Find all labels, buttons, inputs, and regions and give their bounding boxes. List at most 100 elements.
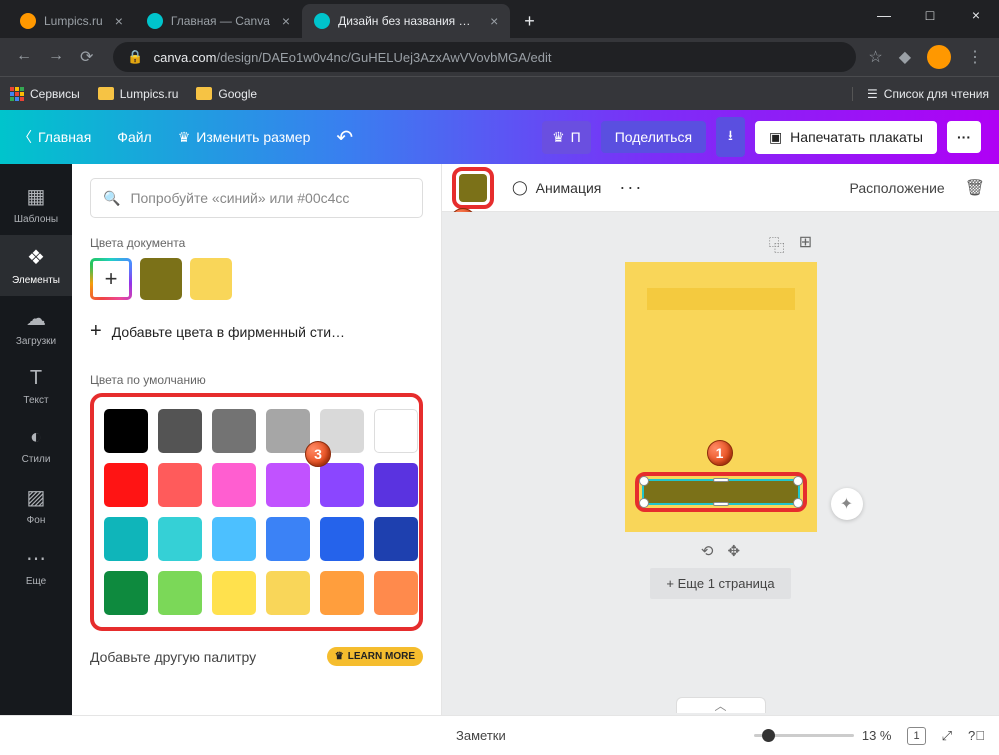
favicon-icon (20, 13, 36, 29)
move-icon[interactable]: ✥ (728, 542, 741, 560)
browser-tab[interactable]: Lumpics.ru × (8, 4, 135, 38)
add-brand-colors[interactable]: + Добавьте цвета в фирменный сти… (90, 320, 423, 343)
rail-uploads[interactable]: ☁Загрузки (0, 296, 72, 357)
rail-background[interactable]: ▨Фон (0, 475, 72, 536)
close-icon[interactable]: × (490, 13, 498, 29)
minimize-button[interactable]: — (861, 0, 907, 30)
learn-more-badge[interactable]: ♛LEARN MORE (327, 647, 423, 666)
palette-swatch[interactable] (212, 409, 256, 453)
palette-swatch[interactable] (158, 571, 202, 615)
resize-button[interactable]: ♛Изменить размер (178, 129, 311, 146)
animation-button[interactable]: ◯ Анимация (512, 179, 601, 196)
star-icon[interactable]: ☆ (868, 47, 882, 67)
palette-swatch[interactable] (320, 517, 364, 561)
add-page-icon[interactable]: ⊞ (799, 232, 812, 256)
tab-title: Дизайн без названия — Плака (338, 14, 478, 28)
kebab-icon[interactable]: ⋮ (967, 47, 983, 67)
palette-swatch[interactable] (104, 463, 148, 507)
add-color-button[interactable]: + (90, 258, 132, 300)
add-page-button[interactable]: + Еще 1 страница (650, 568, 790, 599)
palette-swatch[interactable] (158, 409, 202, 453)
forward-button[interactable]: → (48, 47, 64, 67)
rail-text[interactable]: TТекст (0, 357, 72, 416)
download-button[interactable]: ⭳ (716, 117, 745, 157)
rail-templates[interactable]: ▦Шаблоны (0, 174, 72, 235)
palette-swatch[interactable] (212, 517, 256, 561)
close-icon[interactable]: × (115, 13, 123, 29)
resize-handle[interactable] (713, 502, 729, 506)
help-icon[interactable]: ?⃝ (968, 728, 985, 743)
position-button[interactable]: Расположение (850, 180, 945, 196)
palette-swatch[interactable] (158, 517, 202, 561)
browser-tab[interactable]: Дизайн без названия — Плака × (302, 4, 510, 38)
palette-swatch[interactable] (104, 409, 148, 453)
poster-page[interactable]: 1 ✦ (625, 262, 817, 532)
bookmark-item[interactable]: Google (196, 87, 257, 101)
collapse-pages-button[interactable]: ︿ (676, 697, 766, 713)
rail-more[interactable]: ⋯Еще (0, 536, 72, 597)
home-button[interactable]: 〈Главная (18, 127, 91, 147)
more-button[interactable]: ··· (947, 121, 981, 153)
undo-button[interactable]: ↶ (336, 125, 353, 150)
resize-handle[interactable] (793, 498, 803, 508)
trash-icon[interactable]: 🗑 (965, 178, 985, 198)
palette-swatch[interactable] (266, 517, 310, 561)
palette-swatch[interactable] (374, 517, 418, 561)
rail-styles[interactable]: ◐Стили (0, 416, 72, 475)
shape-element[interactable] (647, 288, 795, 310)
share-button[interactable]: Поделиться (601, 121, 706, 153)
palette-swatch[interactable] (266, 409, 310, 453)
sync-icon[interactable]: ⟲ (701, 542, 714, 560)
palette-swatch[interactable] (374, 571, 418, 615)
palette-swatch[interactable] (266, 571, 310, 615)
resize-handle[interactable] (639, 476, 649, 486)
reading-list-button[interactable]: ☰Список для чтения (852, 87, 989, 101)
resize-handle[interactable] (639, 498, 649, 508)
palette-swatch[interactable] (212, 571, 256, 615)
url-input[interactable]: 🔒 canva.com/design/DAEo1w0v4nc/GuHELUej3… (113, 42, 856, 72)
back-button[interactable]: ← (16, 47, 32, 67)
page-list-icon[interactable]: 1 (907, 727, 925, 745)
toolbar-more[interactable]: ··· (619, 177, 643, 198)
new-tab-button[interactable]: + (510, 11, 549, 32)
pro-badge[interactable]: ♛П (542, 121, 591, 154)
bookmark-item[interactable]: Lumpics.ru (98, 87, 179, 101)
palette-swatch[interactable] (158, 463, 202, 507)
tab-title: Главная — Canva (171, 14, 270, 28)
maximize-button[interactable]: □ (907, 0, 953, 30)
palette-swatch[interactable] (374, 463, 418, 507)
palette-swatch[interactable] (212, 463, 256, 507)
palette-swatch[interactable] (266, 463, 310, 507)
doc-color-swatch[interactable] (190, 258, 232, 300)
default-colors-label: Цвета по умолчанию (90, 373, 206, 387)
canvas-stage[interactable]: ⿻ ⊞ 1 (442, 212, 999, 715)
close-icon[interactable]: × (282, 13, 290, 29)
selected-shape[interactable] (642, 479, 800, 505)
quick-action-button[interactable]: ✦ (831, 488, 863, 520)
palette-swatch[interactable] (320, 463, 364, 507)
file-menu[interactable]: Файл (117, 129, 151, 145)
palette-swatch[interactable] (374, 409, 418, 453)
profile-avatar[interactable] (927, 45, 951, 69)
resize-handle[interactable] (793, 476, 803, 486)
doc-color-swatch[interactable] (140, 258, 182, 300)
zoom-slider[interactable]: 13 % (754, 728, 892, 743)
apps-button[interactable]: Сервисы (10, 87, 80, 101)
rail-elements[interactable]: ❖Элементы (0, 235, 72, 296)
duplicate-page-icon[interactable]: ⿻ (769, 232, 785, 256)
slider-thumb[interactable] (762, 729, 775, 742)
palette-swatch[interactable] (104, 517, 148, 561)
reload-button[interactable]: ⟳ (80, 47, 93, 67)
palette-swatch[interactable] (320, 571, 364, 615)
notes-button[interactable]: Заметки (456, 728, 506, 743)
fill-color-button[interactable] (459, 174, 487, 202)
close-window-button[interactable]: × (953, 0, 999, 30)
print-button[interactable]: ▣Напечатать плакаты (755, 121, 937, 154)
extension-icon[interactable]: ◆ (899, 47, 911, 67)
palette-swatch[interactable] (104, 571, 148, 615)
browser-tab[interactable]: Главная — Canva × (135, 4, 302, 38)
color-search-input[interactable]: 🔍 Попробуйте «синий» или #00c4cc (90, 178, 423, 218)
fullscreen-icon[interactable]: ⤢ (942, 728, 952, 744)
add-palette-button[interactable]: Добавьте другую палитру (90, 649, 256, 665)
resize-handle[interactable] (713, 478, 729, 482)
